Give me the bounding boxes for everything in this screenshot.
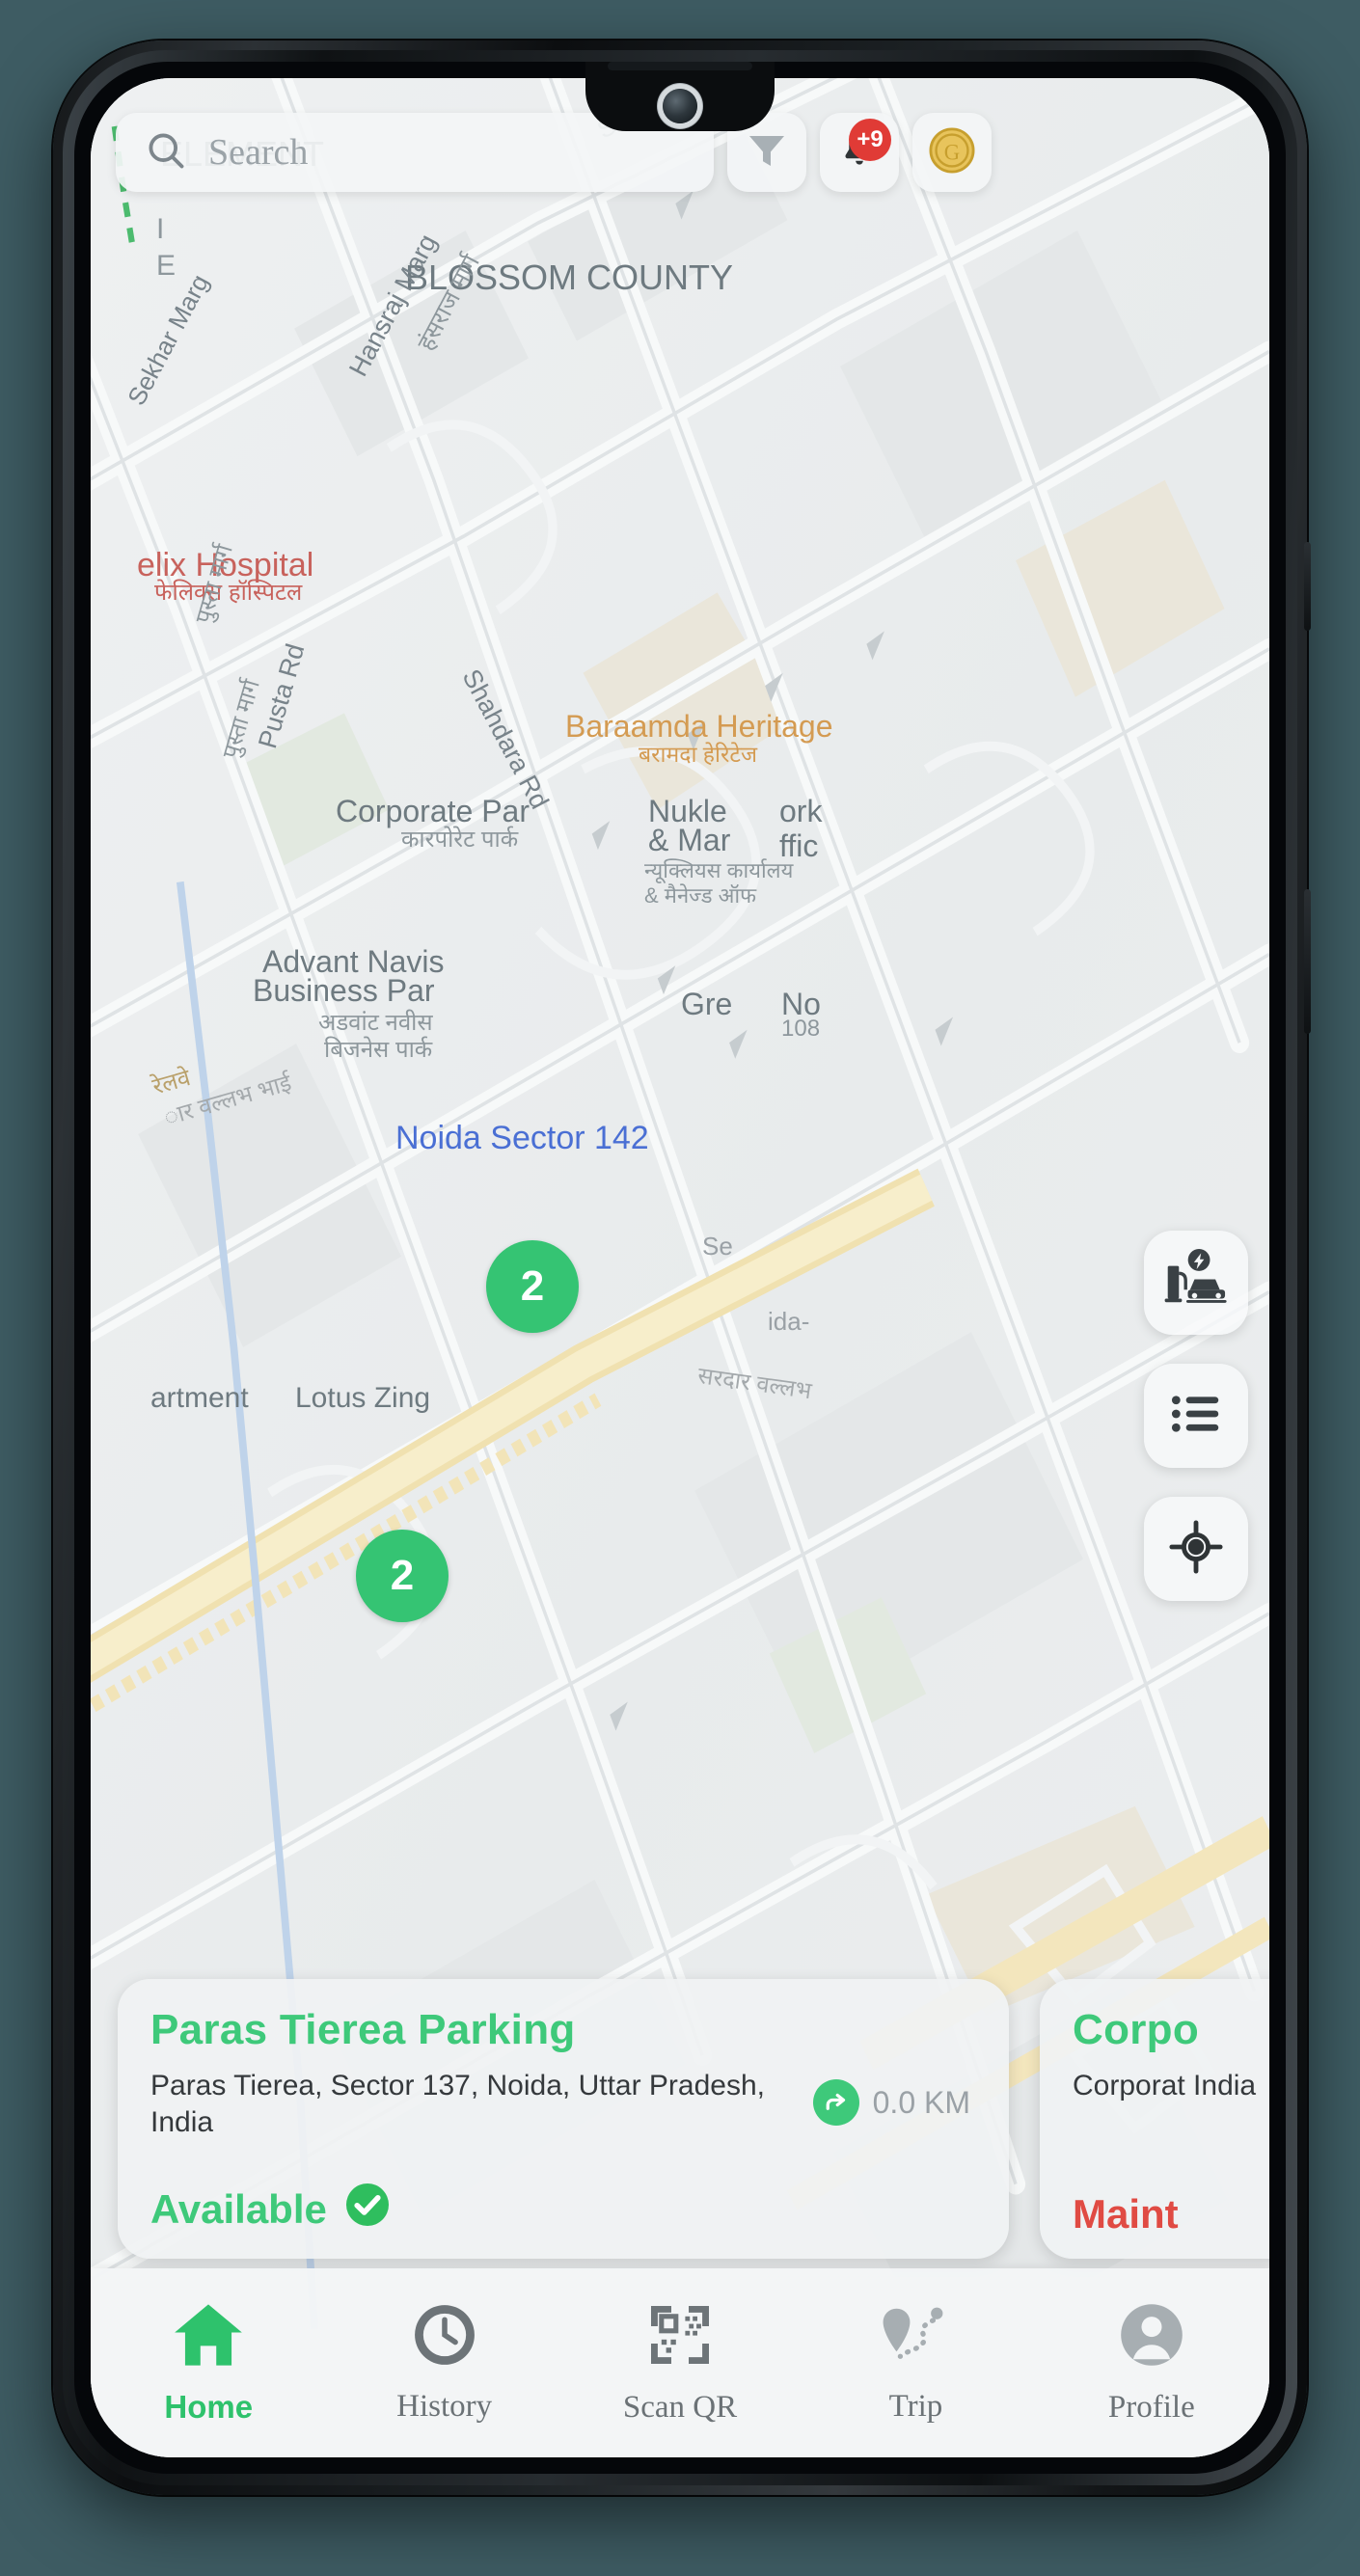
phone-frame-inner: BLOSSOM COUNTYELEMENTSector 1Hansraj Mar… [74,62,1286,2474]
list-icon [1166,1384,1226,1449]
earpiece-speaker [608,62,752,70]
screenshot-root: BLOSSOM COUNTYELEMENTSector 1Hansraj Mar… [0,0,1360,2576]
nav-item-profile[interactable]: Profile [1034,2268,1269,2457]
nav-item-home[interactable]: Home [91,2268,326,2457]
nav-label: History [396,2389,493,2424]
notification-badge: +9 [849,119,891,161]
station-name: Corpo [1073,2006,1200,2053]
status-badge: Maint [1073,2191,1179,2237]
search-input[interactable]: Search [208,131,308,174]
directions-arrow-icon [812,2079,859,2126]
coin-icon: G [927,125,977,180]
notifications-button[interactable]: +9 [820,113,899,192]
nav-label: Home [164,2388,254,2425]
station-cards-carousel[interactable]: Paras Tierea Parking Paras Tierea, Secto… [91,1979,1269,2268]
trip-route-pin-icon [878,2301,953,2373]
distance-text: 0.0 KM [872,2084,970,2120]
list-view-button[interactable] [1144,1364,1248,1468]
station-distance[interactable]: 0.0 KM [812,2079,970,2126]
nav-item-history[interactable]: History [326,2268,561,2457]
phone-frame-mid: BLOSSOM COUNTYELEMENTSector 1Hansraj Mar… [63,50,1297,2485]
qr-code-icon [645,2300,715,2374]
search-icon [145,129,187,176]
map-controls [1144,1231,1248,1601]
phone-device-frame: BLOSSOM COUNTYELEMENTSector 1Hansraj Mar… [53,41,1311,2495]
nav-label: Profile [1107,2390,1195,2425]
crosshair-icon [1168,1519,1224,1580]
nav-label: Trip [888,2389,943,2424]
station-name: Paras Tierea Parking [150,2006,576,2053]
status-label: Available [150,2186,327,2232]
check-circle-icon [344,2182,391,2237]
coins-button[interactable]: G [912,113,992,192]
front-camera-icon [663,89,697,123]
station-card[interactable]: Paras Tierea Parking Paras Tierea, Secto… [118,1979,1009,2259]
map-cluster-bubble[interactable]: 2 [356,1530,449,1622]
power-button[interactable] [1304,542,1311,631]
home-icon [172,2301,245,2373]
status-label: Maint [1073,2191,1179,2237]
camera-notch [585,62,775,131]
station-address: Paras Tierea, Sector 137, Noida, Uttar P… [150,2070,765,2139]
station-address: Corporat India [1073,2070,1257,2101]
svg-text:G: G [944,140,960,164]
person-icon [1117,2300,1186,2374]
ev-charging-station-button[interactable] [1144,1231,1248,1335]
status-badge: Available [150,2182,391,2237]
phone-screen: BLOSSOM COUNTYELEMENTSector 1Hansraj Mar… [91,78,1269,2457]
nav-label: Scan QR [622,2390,738,2425]
nav-item-trip[interactable]: Trip [798,2268,1033,2457]
station-card[interactable]: Corpo Corporat India Maint [1040,1979,1269,2259]
filter-funnel-icon [744,127,790,178]
volume-button[interactable] [1304,889,1311,1034]
ev-charging-car-icon [1160,1245,1232,1321]
history-clock-icon [411,2301,478,2373]
bottom-navigation: Home History Scan QR Trip Profile [91,2268,1269,2457]
map-cluster-bubble[interactable]: 2 [486,1240,579,1333]
my-location-button[interactable] [1144,1497,1248,1601]
nav-item-scan-qr[interactable]: Scan QR [562,2268,798,2457]
